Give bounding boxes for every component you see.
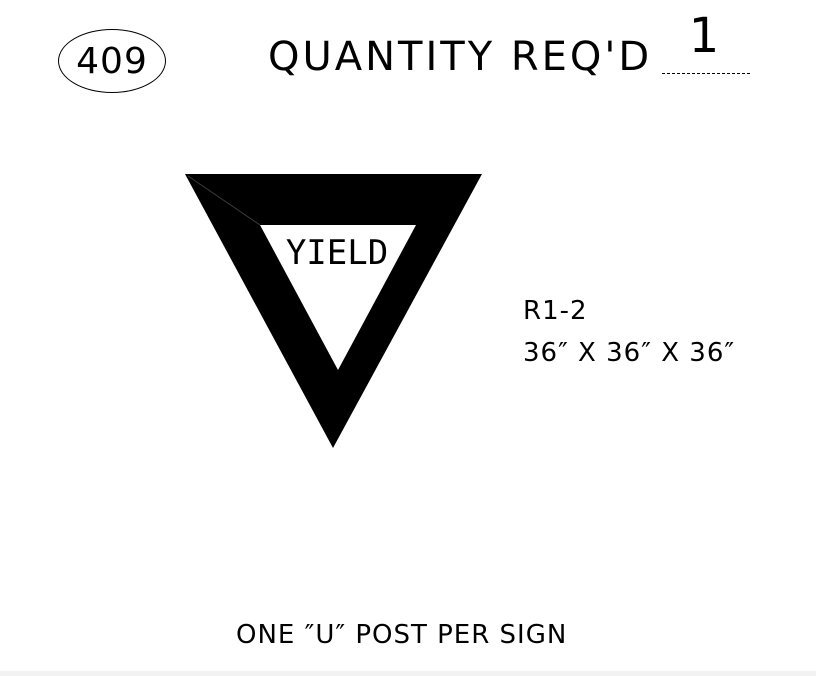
quantity-value: 1 <box>688 8 720 64</box>
sign-number: 409 <box>76 40 148 82</box>
bottom-divider <box>0 671 816 676</box>
yield-sign-legend: YIELD <box>286 233 388 273</box>
sign-detail-sheet: 409 QUANTITY REQ'D 1 YIELD R1-2 36″ X 36… <box>0 0 816 676</box>
quantity-underline <box>662 73 750 74</box>
sign-size: 36″ X 36″ X 36″ <box>523 338 736 368</box>
sign-number-badge: 409 <box>58 29 166 93</box>
sign-code: R1-2 <box>523 296 588 326</box>
quantity-label: QUANTITY REQ'D <box>268 34 653 80</box>
post-note: ONE ″U″ POST PER SIGN <box>236 620 568 650</box>
yield-sign: YIELD <box>185 174 482 448</box>
